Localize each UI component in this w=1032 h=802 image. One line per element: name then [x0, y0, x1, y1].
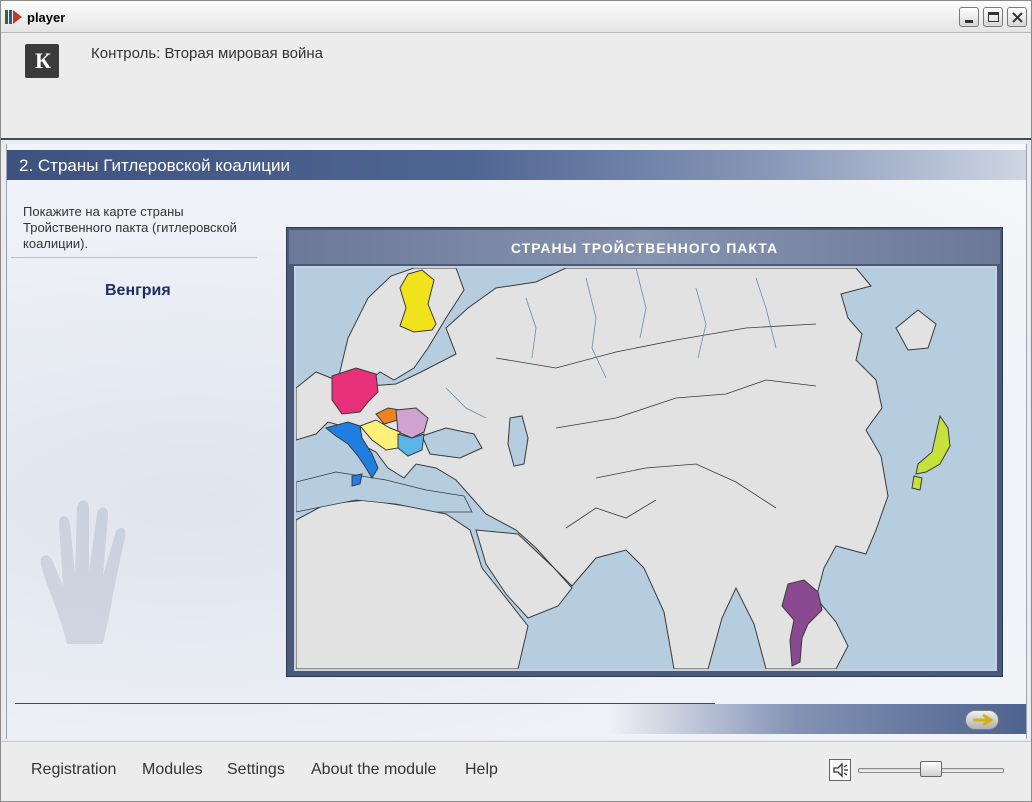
map-land-africa [296, 499, 529, 669]
player-app-icon [5, 10, 22, 24]
section-header: 2. Страны Гитлеровской коалиции [7, 150, 1026, 180]
map-title: СТРАНЫ ТРОЙСТВЕННОГО ПАКТА [510, 240, 779, 256]
maximize-icon [988, 12, 999, 22]
footer-bar: Registration Modules Settings About the … [1, 741, 1031, 801]
maximize-button[interactable] [983, 7, 1003, 27]
task-instruction: Покажите на карте страны Тройственного п… [23, 204, 237, 251]
title-bar: player [1, 1, 1031, 33]
next-button[interactable] [965, 710, 999, 730]
menu-modules[interactable]: Modules [142, 761, 202, 779]
map-country-japan-kyushu[interactable] [911, 475, 923, 491]
course-title: Контроль: Вторая мировая война [91, 45, 323, 62]
minimize-button[interactable] [959, 7, 979, 27]
speaker-icon [833, 762, 848, 778]
target-country-label: Венгрия [105, 282, 171, 299]
navigation-bar [607, 704, 1026, 734]
player-window: player К Контроль: Вторая мировая война … [0, 0, 1032, 802]
close-button[interactable] [1007, 7, 1027, 27]
map-land-japan-hokkaido [895, 309, 937, 351]
map-country-japan[interactable] [915, 414, 951, 475]
app-header: К Контроль: Вторая мировая война [1, 34, 1031, 140]
lesson-content: 2. Страны Гитлеровской коалиции Покажите… [6, 144, 1027, 739]
section-title: 2. Страны Гитлеровской коалиции [19, 156, 290, 175]
speaker-button[interactable] [829, 759, 851, 781]
window-title: player [27, 10, 66, 25]
volume-slider-thumb[interactable] [920, 761, 942, 777]
menu-help[interactable]: Help [465, 761, 498, 779]
map-svg [296, 268, 951, 669]
divider [11, 257, 257, 258]
menu-registration[interactable]: Registration [31, 761, 116, 779]
map-header: СТРАНЫ ТРОЙСТВЕННОГО ПАКТА [289, 230, 1000, 264]
minimize-icon [965, 20, 973, 23]
close-icon [1012, 12, 1023, 23]
menu-about-module[interactable]: About the module [311, 761, 436, 779]
logo-letter: К [35, 48, 51, 73]
interactive-map[interactable] [294, 266, 997, 671]
arrow-right-icon [973, 713, 994, 727]
map-panel: СТРАНЫ ТРОЙСТВЕННОГО ПАКТА [286, 227, 1003, 677]
hand-print-decoration [40, 500, 126, 644]
app-logo: К [25, 44, 59, 78]
menu-settings[interactable]: Settings [227, 761, 285, 779]
